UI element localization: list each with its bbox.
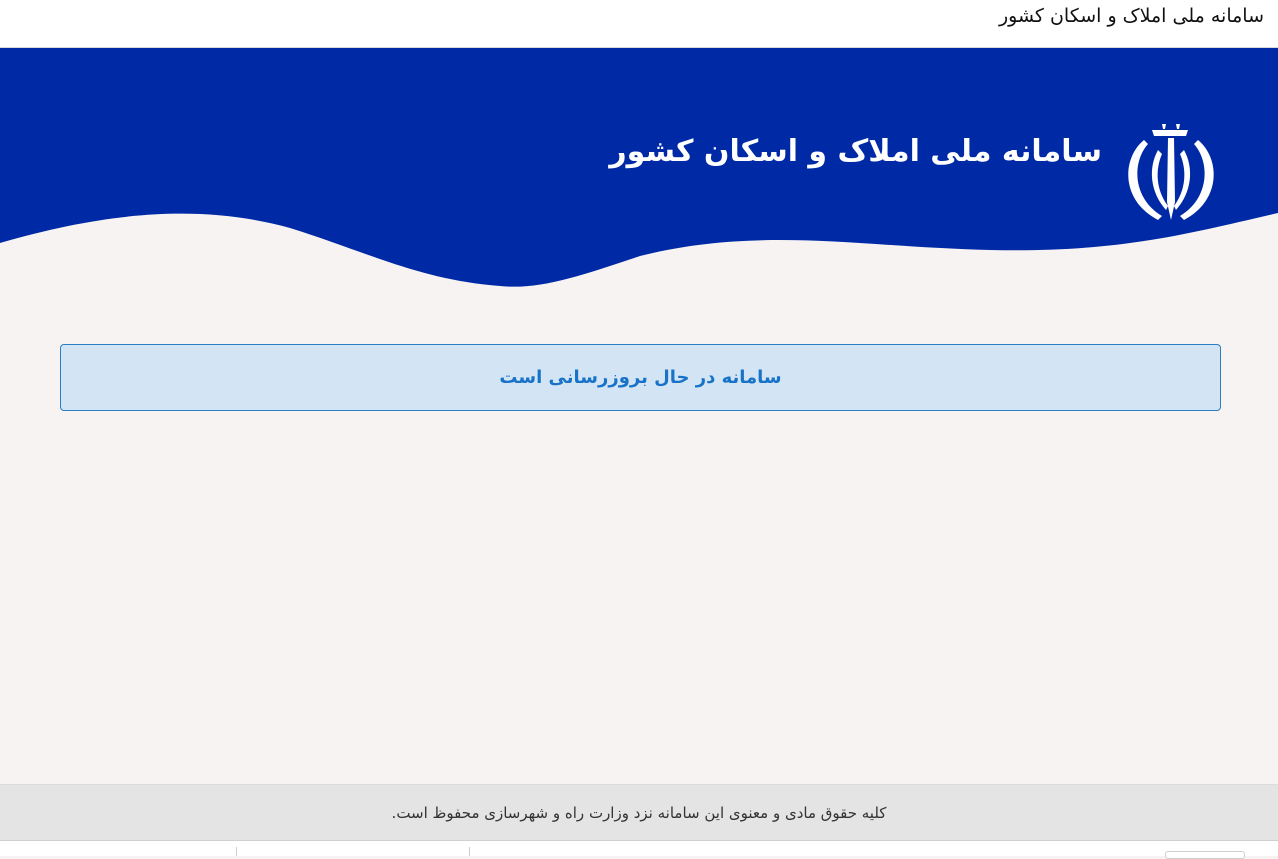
toolbar-divider xyxy=(236,847,237,856)
toolbar-divider xyxy=(469,847,470,856)
copyright-text: کلیه حقوق مادی و معنوی این سامانه نزد وز… xyxy=(391,803,887,822)
maintenance-notice: سامانه در حال بروزرسانی است xyxy=(60,344,1221,411)
window-title: سامانه ملی املاک و اسکان کشور xyxy=(998,5,1264,27)
iran-emblem-icon xyxy=(1118,124,1224,228)
notice-message: سامانه در حال بروزرسانی است xyxy=(499,367,782,388)
browser-title-bar: سامانه ملی املاک و اسکان کشور xyxy=(0,0,1278,48)
page-footer: کلیه حقوق مادی و معنوی این سامانه نزد وز… xyxy=(0,784,1278,841)
site-title: سامانه ملی املاک و اسکان کشور xyxy=(609,134,1102,169)
bottom-toolbar-strip xyxy=(0,841,1278,859)
toolbar-button[interactable] xyxy=(1165,851,1245,859)
